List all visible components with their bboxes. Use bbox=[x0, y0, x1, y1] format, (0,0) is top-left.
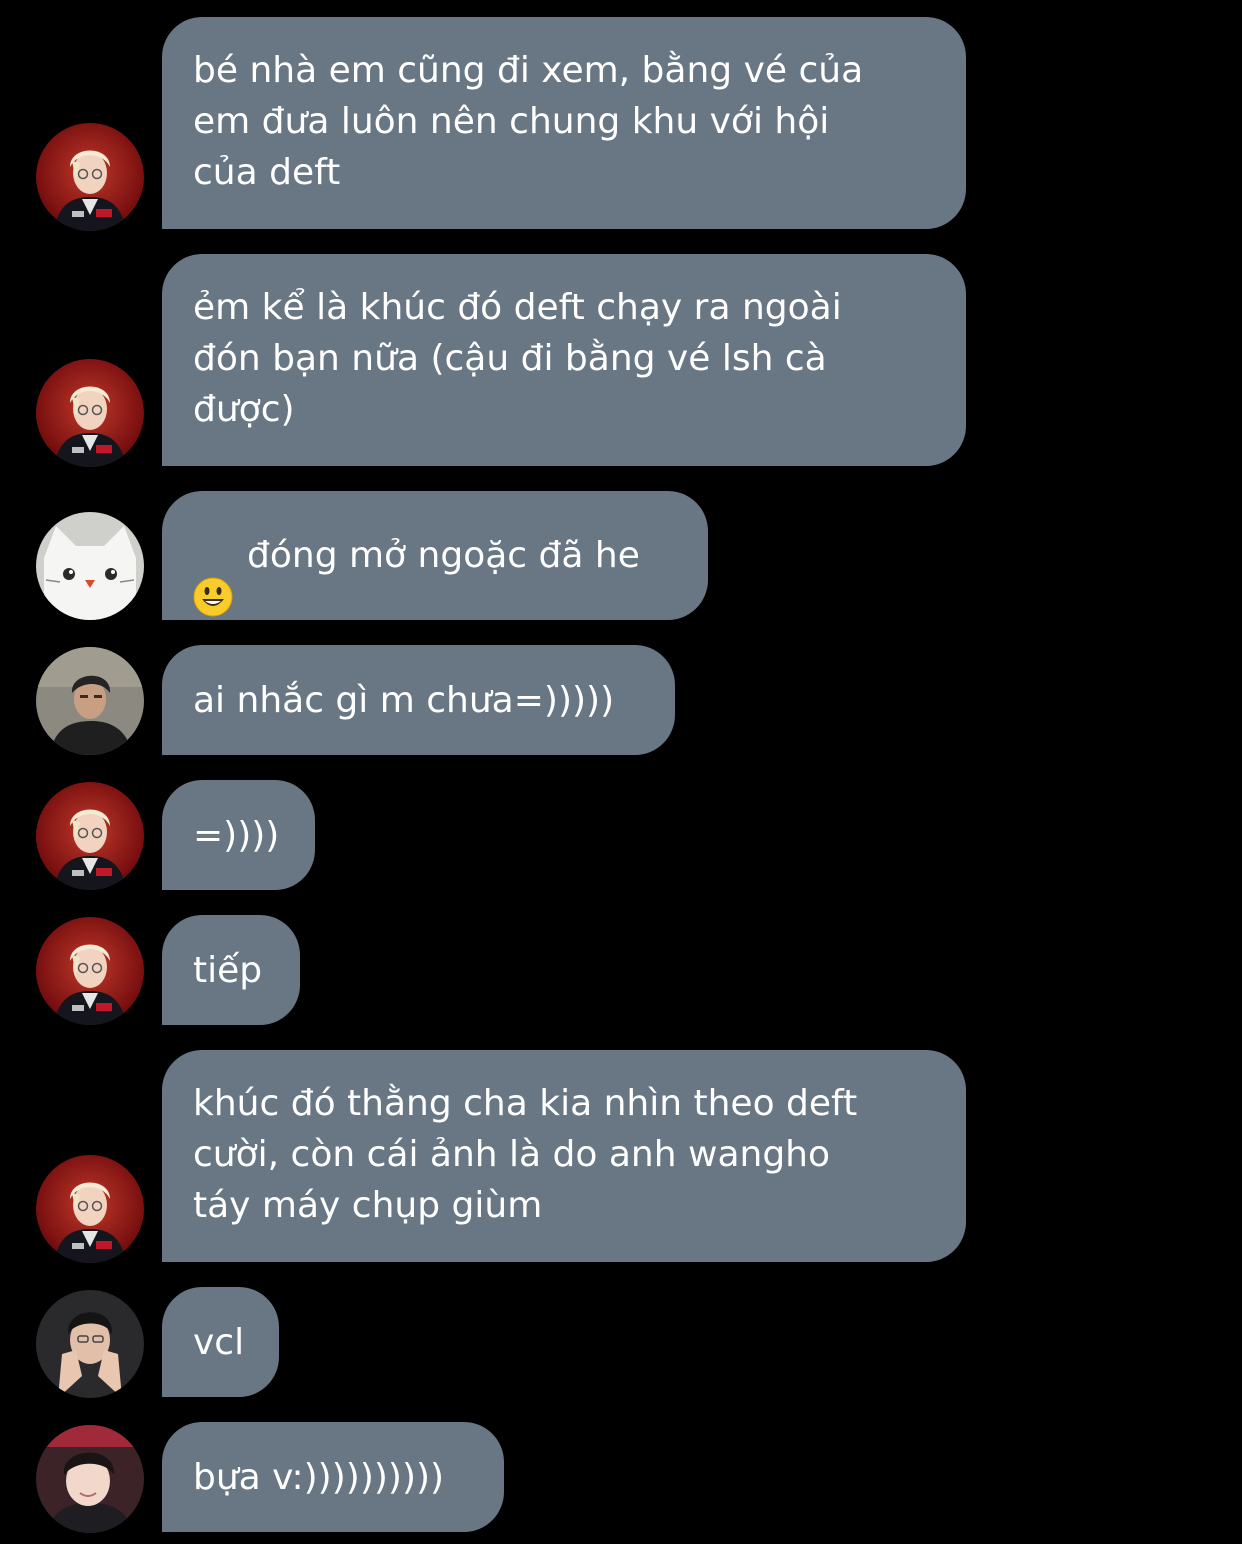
message-bubble[interactable]: bựa v:)))))))))) bbox=[162, 1422, 504, 1532]
message-bubble[interactable]: bé nhà em cũng đi xem, bằng vé của em đư… bbox=[162, 17, 966, 229]
message-text: đóng mở ngoặc đã he bbox=[247, 535, 640, 576]
avatar[interactable] bbox=[36, 1290, 144, 1398]
avatar[interactable] bbox=[36, 1425, 144, 1533]
message-bubble[interactable]: khúc đó thằng cha kia nhìn theo deft cườ… bbox=[162, 1050, 966, 1262]
message-bubble[interactable]: =)))) bbox=[162, 780, 315, 890]
message-bubble[interactable]: đóng mở ngoặc đã he bbox=[162, 491, 708, 620]
avatar[interactable] bbox=[36, 359, 144, 467]
avatar[interactable] bbox=[36, 123, 144, 231]
avatar[interactable] bbox=[36, 512, 144, 620]
avatar[interactable] bbox=[36, 647, 144, 755]
message-bubble[interactable]: tiếp bbox=[162, 915, 300, 1025]
message-bubble[interactable]: ai nhắc gì m chưa=))))) bbox=[162, 645, 675, 755]
avatar[interactable] bbox=[36, 1155, 144, 1263]
smiley-icon bbox=[193, 536, 233, 616]
avatar[interactable] bbox=[36, 917, 144, 1025]
message-bubble[interactable]: vcl bbox=[162, 1287, 279, 1397]
message-bubble[interactable]: ẻm kể là khúc đó deft chạy ra ngoài đón … bbox=[162, 254, 966, 466]
avatar[interactable] bbox=[36, 782, 144, 890]
